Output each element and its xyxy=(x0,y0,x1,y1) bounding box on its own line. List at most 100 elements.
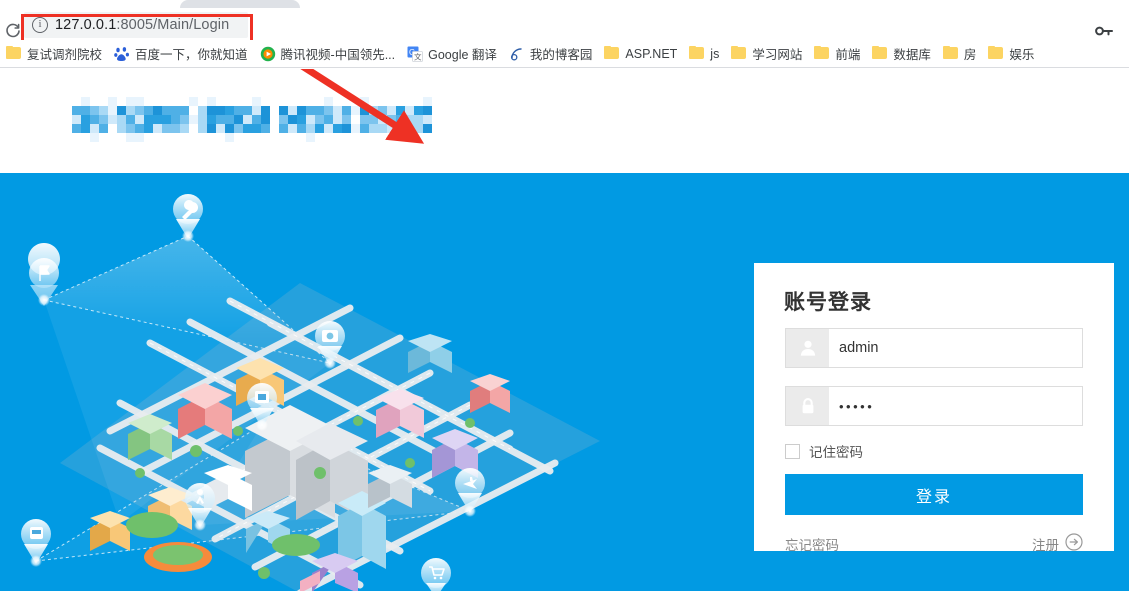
register-link[interactable]: 注册 xyxy=(1032,533,1083,554)
mosaic-cell xyxy=(297,133,306,142)
mosaic-cell xyxy=(306,97,315,106)
remember-password-checkbox[interactable] xyxy=(785,443,800,459)
mosaic-cell xyxy=(333,97,342,106)
address-bar[interactable]: i 127.0.0.1:8005/Main/Login xyxy=(24,12,248,38)
mosaic-cell xyxy=(99,106,108,115)
mosaic-cell xyxy=(108,97,117,106)
mosaic-cell xyxy=(387,115,396,124)
mosaic-cell xyxy=(405,106,414,115)
mosaic-cell xyxy=(198,124,207,133)
remember-password-row[interactable]: 记住密码 xyxy=(785,441,863,461)
mosaic-cell xyxy=(261,133,270,142)
password-value[interactable]: ••••• xyxy=(829,387,874,425)
mosaic-cell xyxy=(423,133,432,142)
login-button[interactable]: 登录 xyxy=(785,474,1083,515)
mosaic-cell xyxy=(405,124,414,133)
bookmark-item[interactable]: G 文 Google 翻译 xyxy=(401,42,503,66)
bookmark-item[interactable]: js xyxy=(683,42,725,66)
mosaic-cell xyxy=(414,97,423,106)
mosaic-cell xyxy=(108,124,117,133)
bookmark-item[interactable]: 娱乐 xyxy=(982,42,1040,66)
mosaic-cell xyxy=(198,106,207,115)
bookmark-label: 数据库 xyxy=(893,48,931,62)
mosaic-cell xyxy=(297,106,306,115)
mosaic-cell xyxy=(279,106,288,115)
bookmark-item[interactable]: 前端 xyxy=(808,42,866,66)
url-host: 127.0.0.1 xyxy=(55,17,117,33)
site-info-icon[interactable]: i xyxy=(32,17,48,33)
mosaic-cell xyxy=(405,133,414,142)
bookmark-item[interactable]: 我的博客园 xyxy=(503,42,599,66)
mosaic-cell xyxy=(333,124,342,133)
mosaic-cell xyxy=(252,97,261,106)
mosaic-cell xyxy=(72,124,81,133)
remember-password-label: 记住密码 xyxy=(809,445,863,460)
username-input[interactable] xyxy=(829,329,1082,367)
mosaic-cell xyxy=(306,133,315,142)
mosaic-cell xyxy=(270,106,279,115)
mosaic-cell xyxy=(207,124,216,133)
mosaic-cell xyxy=(153,133,162,142)
mosaic-cell xyxy=(216,97,225,106)
forgot-password-link[interactable]: 忘记密码 xyxy=(785,534,839,554)
mosaic-cell xyxy=(360,124,369,133)
mosaic-cell xyxy=(288,124,297,133)
register-label: 注册 xyxy=(1032,537,1059,553)
mosaic-cell xyxy=(99,115,108,124)
bookmark-item[interactable]: 腾讯视频-中国领先... xyxy=(254,42,402,66)
mosaic-cell xyxy=(234,97,243,106)
folder-icon xyxy=(6,45,22,62)
google-translate-icon: G 文 xyxy=(407,46,424,62)
bookmarks-bar: 复试调剂院校 百度一下，你就知道 腾讯视频-中国领先... 文 Google 翻… xyxy=(0,40,1129,68)
mosaic-cell xyxy=(189,115,198,124)
bookmark-item[interactable]: 复试调剂院校 xyxy=(0,42,108,66)
mosaic-cell xyxy=(162,106,171,115)
username-field-wrap[interactable] xyxy=(785,328,1083,368)
mosaic-cell xyxy=(126,133,135,142)
mosaic-cell xyxy=(198,133,207,142)
mosaic-cell xyxy=(117,106,126,115)
mosaic-cell xyxy=(189,97,198,106)
mosaic-cell xyxy=(414,106,423,115)
mosaic-cell xyxy=(162,97,171,106)
folder-icon xyxy=(988,45,1004,62)
mosaic-cell xyxy=(225,106,234,115)
mosaic-cell xyxy=(198,97,207,106)
mosaic-cell xyxy=(270,133,279,142)
bookmark-item[interactable]: ASP.NET xyxy=(598,42,683,66)
mosaic-cell xyxy=(153,97,162,106)
mosaic-cell xyxy=(81,106,90,115)
mosaic-cell xyxy=(378,106,387,115)
password-field-wrap[interactable]: ••••• xyxy=(785,386,1083,426)
mosaic-cell xyxy=(216,124,225,133)
mosaic-cell xyxy=(315,133,324,142)
url-path: /Main/Login xyxy=(153,17,230,33)
folder-icon xyxy=(731,45,747,62)
mosaic-cell xyxy=(396,115,405,124)
mosaic-cell xyxy=(81,97,90,106)
reload-icon[interactable] xyxy=(2,20,24,42)
mosaic-cell xyxy=(324,97,333,106)
bookmark-label: 百度一下，你就知道 xyxy=(135,48,248,62)
mosaic-cell xyxy=(306,106,315,115)
mosaic-cell xyxy=(279,124,288,133)
mosaic-cell xyxy=(171,106,180,115)
mosaic-cell xyxy=(396,133,405,142)
mosaic-cell xyxy=(72,115,81,124)
mosaic-cell xyxy=(261,97,270,106)
mosaic-cell xyxy=(126,115,135,124)
mosaic-cell xyxy=(369,124,378,133)
bookmark-item[interactable]: 数据库 xyxy=(866,42,937,66)
mosaic-cell xyxy=(225,133,234,142)
bookmark-item[interactable]: 百度一下，你就知道 xyxy=(108,42,254,66)
folder-icon xyxy=(689,45,705,62)
bookmark-item[interactable]: 房 xyxy=(937,42,983,66)
bookmark-item[interactable]: 学习网站 xyxy=(725,42,808,66)
bookmark-label: 房 xyxy=(963,48,977,62)
tencent-video-icon xyxy=(260,46,276,62)
key-icon[interactable] xyxy=(1094,22,1114,40)
mosaic-cell xyxy=(225,97,234,106)
mosaic-cell xyxy=(351,133,360,142)
mosaic-cell xyxy=(162,133,171,142)
mosaic-cell xyxy=(171,133,180,142)
